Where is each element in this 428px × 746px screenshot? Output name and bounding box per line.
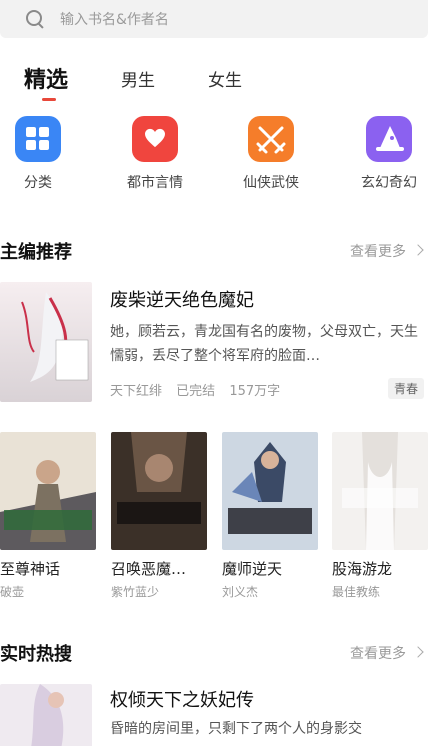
book-meta: 天下红绯 已完结 157万字 — [110, 380, 290, 399]
book-description: 她，顾若云，青龙国有名的废物，父母双亡，天生懦弱，丢尽了整个将军府的脸面… — [110, 324, 418, 364]
section-title: 实时热搜 — [0, 644, 72, 665]
see-more-link[interactable]: 查看更多 — [350, 241, 406, 261]
category-label: 仙侠武侠 — [243, 175, 299, 191]
book-word-count: 157万字 — [229, 384, 281, 399]
book-title[interactable]: 废柴逆天绝色魔妃 — [110, 286, 254, 312]
book-author: 刘义杰 — [222, 585, 259, 599]
book-cover[interactable] — [0, 684, 92, 746]
book-item[interactable]: 至尊神话 破壶 — [0, 432, 96, 600]
book-cover[interactable] — [222, 432, 318, 550]
book-author: 紫竹蓝少 — [111, 585, 160, 599]
category-all[interactable]: 分类 — [0, 116, 83, 192]
grid-icon — [15, 116, 61, 162]
book-item[interactable]: 股海游龙 最佳教练 — [332, 432, 428, 600]
book-cover[interactable] — [0, 282, 92, 402]
search-placeholder: 输入书名&作者名 — [60, 12, 169, 28]
book-title[interactable]: 权倾天下之妖妃传 — [110, 686, 254, 712]
search-bar[interactable]: 输入书名&作者名 — [0, 0, 428, 38]
book-description: 昏暗的房间里，只剩下了两个人的身影交 — [110, 721, 362, 737]
channel-tabs: 精选 男生 女生 — [0, 60, 428, 104]
category-shortcuts: 分类 都市言情 仙侠武侠 玄幻奇幻 — [0, 116, 428, 196]
see-more-link[interactable]: 查看更多 — [350, 643, 406, 663]
category-xianxia-wuxia[interactable]: 仙侠武侠 — [226, 116, 316, 192]
active-tab-indicator — [42, 98, 56, 101]
book-title: 召唤恶魔… — [111, 560, 187, 578]
book-title: 魔师逆天 — [222, 560, 283, 578]
book-author: 破壶 — [0, 585, 25, 599]
featured-book-card[interactable]: 废柴逆天绝色魔妃 她，顾若云，青龙国有名的废物，父母双亡，天生懦弱，丢尽了整个将… — [0, 282, 428, 402]
book-title: 股海游龙 — [332, 560, 393, 578]
search-icon — [24, 8, 46, 30]
chevron-right-icon[interactable] — [412, 646, 424, 658]
book-author: 最佳教练 — [332, 585, 381, 599]
book-item[interactable]: 魔师逆天 刘义杰 — [222, 432, 318, 600]
section-title: 主编推荐 — [0, 242, 72, 263]
book-cover[interactable] — [332, 432, 428, 550]
crossed-swords-icon — [248, 116, 294, 162]
book-row: 至尊神话 破壶 召唤恶魔… 紫竹蓝少 魔师逆天 刘义杰 股海游龙 最佳教练 — [0, 432, 428, 602]
book-title: 至尊神话 — [0, 560, 61, 578]
section-header-hot-search: 实时热搜 查看更多 — [0, 640, 428, 670]
category-label: 分类 — [24, 175, 52, 191]
hot-search-book-card[interactable]: 权倾天下之妖妃传 昏暗的房间里，只剩下了两个人的身影交 — [0, 684, 428, 746]
genre-tag: 青春 — [387, 378, 424, 399]
book-status: 已完结 — [176, 384, 216, 399]
wizard-hat-icon — [366, 116, 412, 162]
category-label: 玄幻奇幻 — [361, 175, 417, 191]
book-item[interactable]: 召唤恶魔… 紫竹蓝少 — [111, 432, 207, 600]
category-fantasy[interactable]: 玄幻奇幻 — [344, 116, 428, 192]
section-header-editor-picks: 主编推荐 查看更多 — [0, 238, 428, 268]
category-label: 都市言情 — [127, 175, 183, 191]
heart-icon — [132, 116, 178, 162]
tab-female[interactable]: 女生 — [208, 66, 242, 91]
chevron-right-icon[interactable] — [412, 244, 424, 256]
book-author: 天下红绯 — [110, 384, 163, 399]
book-cover[interactable] — [111, 432, 207, 550]
tab-male[interactable]: 男生 — [121, 66, 155, 91]
category-urban-romance[interactable]: 都市言情 — [110, 116, 200, 192]
tab-featured[interactable]: 精选 — [24, 62, 68, 94]
book-cover[interactable] — [0, 432, 96, 550]
